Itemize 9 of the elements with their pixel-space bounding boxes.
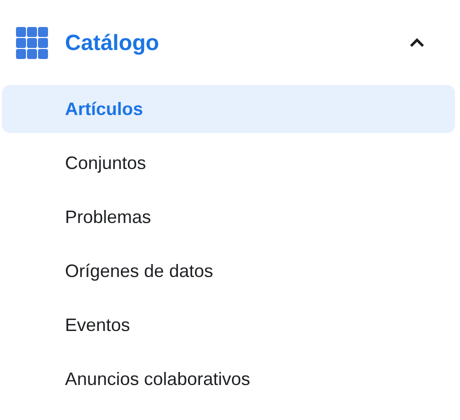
grid-icon	[16, 27, 48, 59]
menu-item[interactable]: Problemas	[2, 193, 455, 241]
menu-item[interactable]: Orígenes de datos	[2, 247, 455, 295]
menu-item[interactable]: Eventos	[2, 301, 455, 349]
menu-item[interactable]: Anuncios colaborativos	[2, 355, 455, 403]
menu-item[interactable]: Artículos	[2, 85, 455, 133]
menu-item[interactable]: Conjuntos	[2, 139, 455, 187]
chevron-up-icon[interactable]	[409, 38, 425, 48]
section-title[interactable]: Catálogo	[65, 30, 160, 56]
